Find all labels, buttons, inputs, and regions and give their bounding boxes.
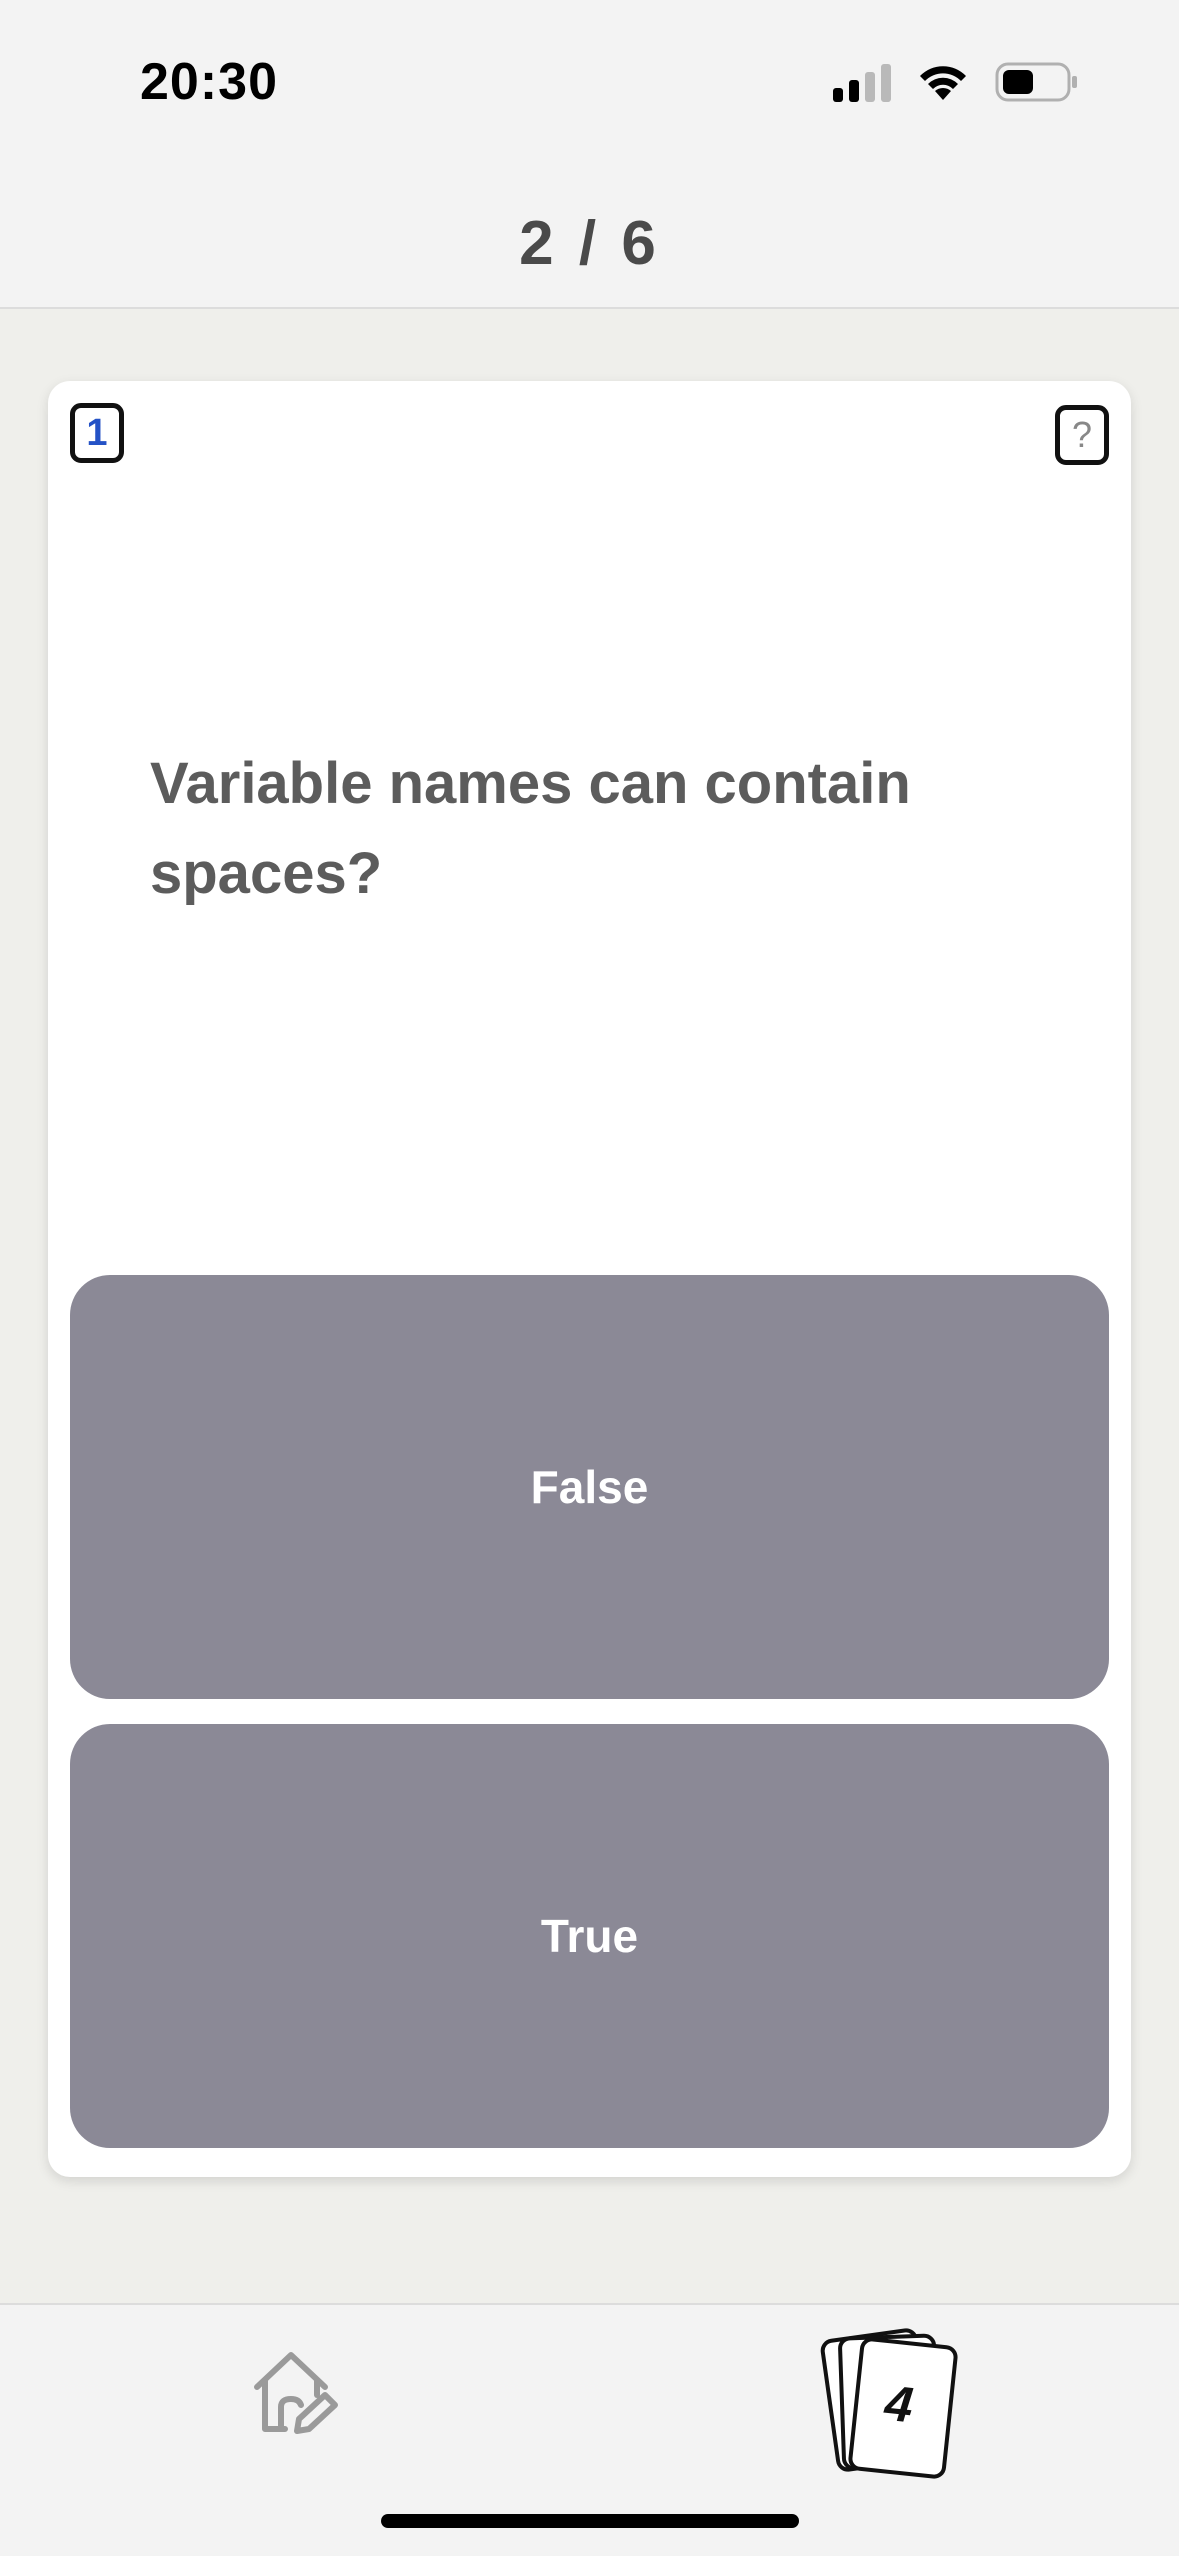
battery-icon (995, 62, 1077, 102)
home-indicator[interactable] (381, 2514, 799, 2528)
answer-button-true[interactable]: True (70, 1724, 1109, 2148)
card-number-badge: 1 (70, 403, 124, 463)
status-bar: 20:30 (0, 0, 1179, 160)
answer-label: False (530, 1461, 649, 1513)
content-area: 1 ? Variable names can contain spaces? F… (0, 309, 1179, 2303)
progress-counter: 2 / 6 (519, 209, 660, 278)
status-icons (833, 62, 1079, 102)
app-screen: 20:30 2 / 6 1 ? Variable names can conta… (0, 0, 1179, 2556)
wifi-icon (920, 66, 966, 100)
status-time: 20:30 (140, 53, 278, 111)
answer-button-false[interactable]: False (70, 1275, 1109, 1699)
answer-label: True (540, 1910, 639, 1962)
card-deck-button[interactable]: 4 (819, 2313, 980, 2480)
deck-count: 4 (882, 2374, 916, 2434)
cellular-signal-icon (833, 62, 891, 102)
quiz-header: 2 / 6 (0, 160, 1179, 309)
home-edit-icon (254, 2352, 338, 2434)
home-button[interactable] (245, 2343, 345, 2443)
question-text: Variable names can contain spaces? (150, 751, 911, 906)
help-button[interactable]: ? (1055, 405, 1109, 465)
question-card: 1 ? Variable names can contain spaces? F… (48, 381, 1131, 2177)
